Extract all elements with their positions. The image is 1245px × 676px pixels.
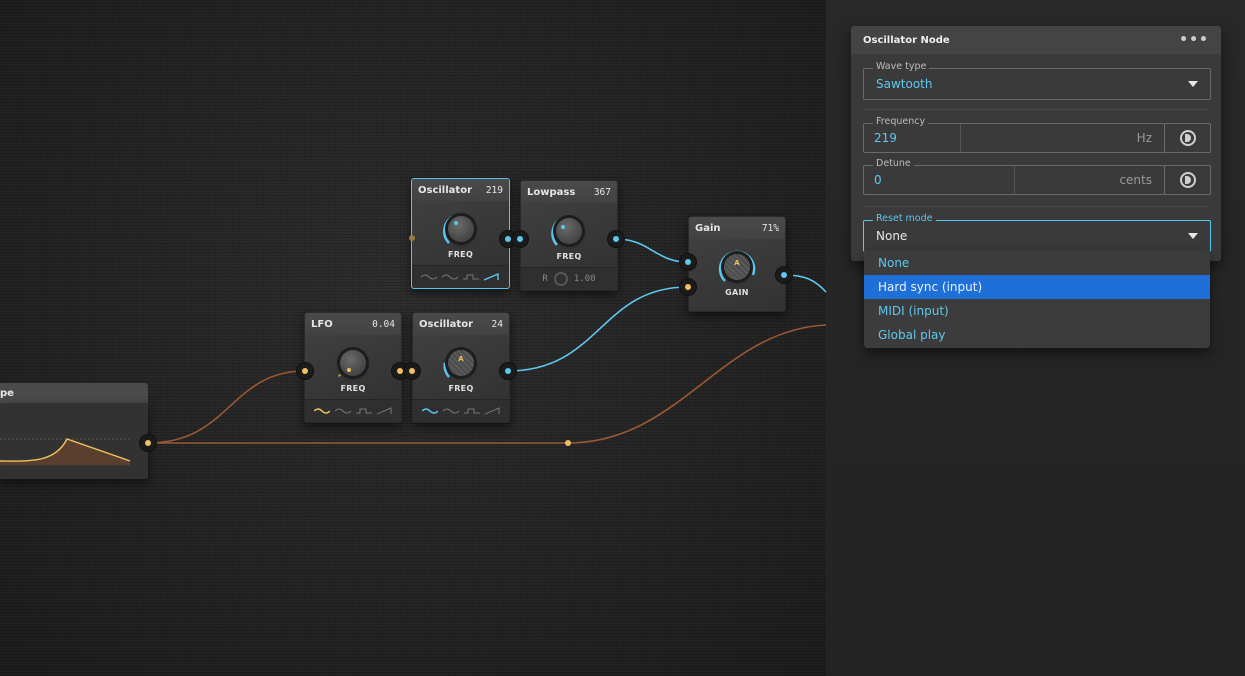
resonance-label: R: [542, 274, 548, 284]
dropdown-option-hard-sync[interactable]: Hard sync (input): [864, 275, 1210, 299]
knob-label: GAIN: [725, 288, 749, 297]
node-title: Lowpass: [527, 186, 576, 198]
divider: [863, 109, 1209, 110]
dropdown-option-global-play[interactable]: Global play: [864, 323, 1210, 347]
triangle-wave-icon[interactable]: [442, 407, 459, 415]
frequency-field[interactable]: Frequency 219 Hz: [863, 116, 1165, 153]
divider: [863, 206, 1209, 207]
dropdown-option-midi[interactable]: MIDI (input): [864, 299, 1210, 323]
oscillator-inspector-panel: Oscillator Node ••• Wave type Sawtooth F…: [851, 26, 1221, 261]
sine-wave-icon[interactable]: [421, 407, 438, 415]
gain-knob[interactable]: A: [715, 245, 759, 289]
sawtooth-wave-icon[interactable]: [484, 407, 501, 415]
gain-output-port[interactable]: [776, 267, 792, 283]
gain-input-port-1[interactable]: [680, 254, 696, 270]
freq-knob[interactable]: A: [439, 341, 483, 385]
reset-mode-select[interactable]: Reset mode None: [863, 213, 1211, 252]
chevron-down-icon: [1188, 81, 1198, 87]
dropdown-option-none[interactable]: None: [864, 251, 1210, 275]
lowpass-input-port[interactable]: [512, 231, 528, 247]
knob-label: FREQ: [448, 384, 474, 393]
detune-modulation-button[interactable]: [1164, 165, 1211, 195]
resonance-knob[interactable]: [553, 272, 568, 286]
modulation-icon: [1179, 130, 1196, 146]
field-label: Detune: [873, 158, 914, 169]
triangle-wave-icon[interactable]: [441, 273, 458, 281]
square-wave-icon[interactable]: [463, 273, 480, 281]
knob-label: FREQ: [447, 250, 474, 259]
triangle-wave-icon[interactable]: [334, 407, 351, 415]
sawtooth-wave-icon[interactable]: [376, 407, 393, 415]
envelope-node[interactable]: pe: [0, 383, 148, 479]
chevron-down-icon: [1188, 233, 1198, 239]
lfo-node[interactable]: LFO 0.04 FREQ: [304, 312, 402, 423]
oscillator-b-output-port[interactable]: [500, 363, 516, 379]
gain-node[interactable]: Gain 71% A GAIN: [688, 216, 786, 312]
waveform-selector[interactable]: [412, 265, 509, 288]
oscillator-node-a[interactable]: Oscillator 219 FREQ: [411, 178, 510, 289]
detune-field[interactable]: Detune 0 cents: [863, 158, 1165, 195]
waveform-selector[interactable]: [305, 399, 401, 422]
square-wave-icon[interactable]: [355, 407, 372, 415]
sine-wave-icon[interactable]: [420, 273, 437, 281]
frequency-modulation-button[interactable]: [1164, 123, 1211, 153]
node-value: 71%: [761, 222, 779, 234]
resonance-control[interactable]: R 1.00: [521, 267, 617, 290]
node-value: 0.04: [372, 318, 395, 330]
sine-wave-icon[interactable]: [313, 407, 330, 415]
unit-label: Hz: [1136, 131, 1152, 145]
field-value: None: [876, 229, 908, 243]
field-label: Wave type: [873, 61, 930, 72]
node-value: 367: [593, 186, 611, 198]
resonance-value: 1.00: [573, 274, 596, 284]
envelope-output-port[interactable]: [140, 435, 156, 451]
field-value: Sawtooth: [876, 77, 933, 91]
oscillator-a-input-port[interactable]: [405, 231, 419, 245]
envelope-graph: [0, 438, 131, 466]
waveform-selector[interactable]: [413, 399, 509, 422]
node-title: pe: [0, 387, 14, 399]
oscillator-node-b[interactable]: Oscillator 24 A FREQ: [412, 312, 510, 423]
more-dots-icon[interactable]: •••: [1179, 32, 1209, 48]
knob-letter: A: [734, 259, 740, 267]
sawtooth-wave-icon[interactable]: [484, 273, 500, 281]
wave-type-select[interactable]: Wave type Sawtooth: [863, 61, 1211, 100]
field-value: 219: [874, 131, 897, 145]
freq-knob[interactable]: [439, 207, 483, 251]
freq-knob[interactable]: [547, 209, 591, 253]
square-wave-icon[interactable]: [463, 407, 480, 415]
modulation-icon: [1179, 172, 1196, 188]
knob-letter: A: [458, 355, 464, 363]
field-label: Frequency: [873, 116, 929, 127]
lowpass-node[interactable]: Lowpass 367 FREQ R 1.00: [520, 180, 618, 291]
node-title: Oscillator: [418, 184, 472, 196]
lfo-input-port[interactable]: [297, 363, 313, 379]
node-value: 24: [491, 318, 503, 330]
gain-input-port-2[interactable]: [680, 279, 696, 295]
node-title: LFO: [311, 318, 333, 330]
lowpass-output-port[interactable]: [608, 231, 624, 247]
knob-label: FREQ: [556, 252, 582, 261]
reset-mode-dropdown: None Hard sync (input) MIDI (input) Glob…: [864, 251, 1210, 348]
field-value: 0: [874, 173, 882, 187]
field-label: Reset mode: [873, 213, 936, 224]
knob-label: FREQ: [340, 384, 366, 393]
freq-knob[interactable]: [331, 341, 375, 385]
node-title: Oscillator: [419, 318, 473, 330]
panel-title: Oscillator Node: [863, 34, 950, 46]
node-title: Gain: [695, 222, 721, 234]
oscillator-b-input-port[interactable]: [404, 363, 420, 379]
unit-label: cents: [1119, 173, 1152, 187]
node-value: 219: [485, 184, 503, 196]
